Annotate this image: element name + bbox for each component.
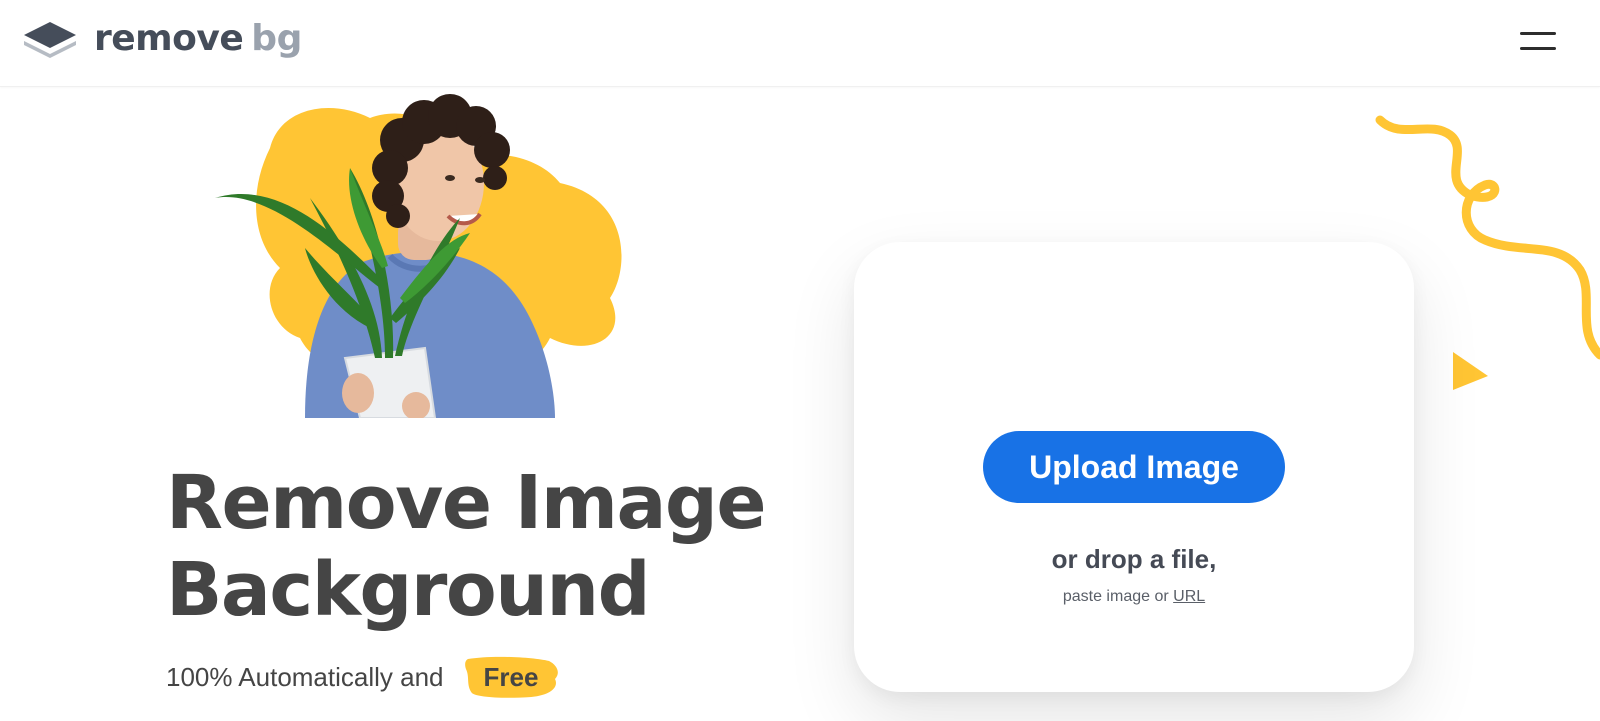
paste-prefix: paste image or bbox=[1062, 588, 1169, 605]
paste-image-text: paste image or URL bbox=[854, 588, 1414, 606]
upload-image-button[interactable]: Upload Image bbox=[983, 431, 1285, 503]
hamburger-menu-icon[interactable] bbox=[1520, 26, 1560, 56]
url-link[interactable]: URL bbox=[1173, 588, 1205, 605]
logo-text-remove: remove bbox=[94, 18, 244, 59]
subline-text: 100% Automatically and bbox=[166, 661, 444, 692]
logo-layers-icon bbox=[24, 22, 76, 58]
upload-card[interactable]: Upload Image or drop a file, paste image… bbox=[854, 242, 1414, 692]
hero-headline: Remove Image Background bbox=[166, 460, 806, 634]
drop-file-text: or drop a file, bbox=[1051, 544, 1217, 574]
free-badge: Free bbox=[462, 655, 561, 699]
top-nav: remove bg bbox=[0, 0, 1600, 87]
decorative-triangle-icon bbox=[1453, 352, 1488, 390]
menu-bar-bottom bbox=[1520, 47, 1556, 50]
menu-bar-top bbox=[1520, 32, 1556, 35]
logo-wordmark: remove bg bbox=[94, 18, 302, 60]
removebg-logo[interactable]: remove bg bbox=[22, 18, 302, 60]
headline-line-2: Background bbox=[166, 547, 651, 633]
man-holding-plant-illustration bbox=[215, 94, 622, 418]
page: remove bg Remove Image Background 100% A… bbox=[0, 0, 1600, 721]
hero-subline: 100% Automatically and Free bbox=[166, 656, 560, 698]
free-badge-label: Free bbox=[483, 662, 539, 692]
logo-text-bg: bg bbox=[251, 18, 302, 59]
headline-line-1: Remove Image bbox=[166, 460, 767, 546]
